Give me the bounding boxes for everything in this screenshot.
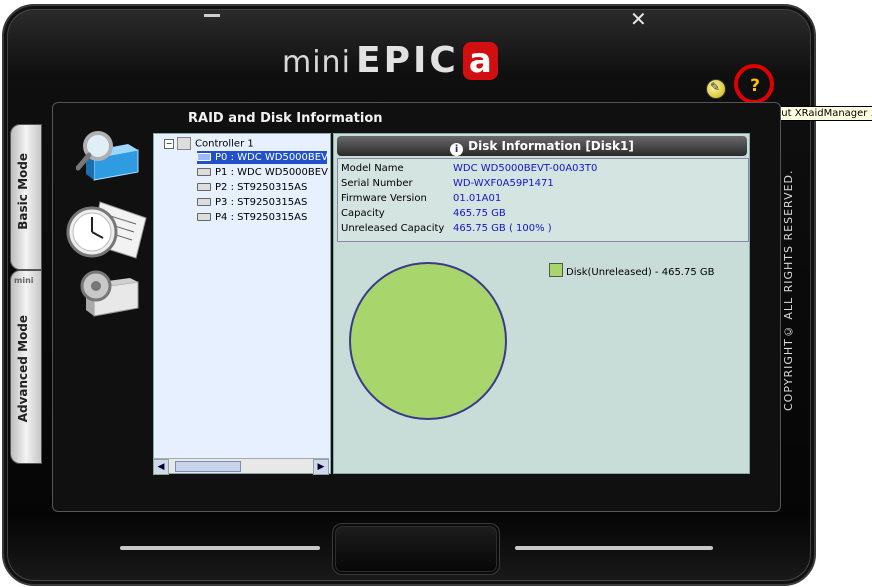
logo-a: a bbox=[462, 42, 498, 80]
tree-disk-label: P4 : ST9250315AS bbox=[215, 212, 308, 223]
bottom-divider-right bbox=[515, 546, 713, 550]
tree-controller-label: Controller 1 bbox=[195, 138, 254, 150]
info-label: Serial Number bbox=[341, 178, 413, 189]
mini-tag: mini bbox=[14, 276, 34, 285]
copyright-text: COPYRIGHT© ALL RIGHTS RESERVED. bbox=[782, 169, 795, 411]
logo-epic: EPIC bbox=[356, 40, 459, 81]
hdd-icon bbox=[197, 183, 211, 191]
legend-swatch bbox=[549, 263, 563, 277]
controller-icon bbox=[177, 137, 191, 150]
info-label: Capacity bbox=[341, 208, 385, 219]
info-label: Unreleased Capacity bbox=[341, 223, 445, 234]
tree-item-disk-1[interactable]: P1 : WDC WD5000BEV bbox=[197, 166, 328, 179]
info-value: 01.01A01 bbox=[453, 193, 502, 204]
tree-item-controller[interactable]: − Controller 1 bbox=[164, 137, 254, 150]
collapse-icon[interactable]: − bbox=[164, 138, 174, 149]
tree-disk-label: P0 : WDC WD5000BEV bbox=[215, 152, 328, 163]
schedule-clock-icon[interactable] bbox=[66, 196, 152, 264]
disk-settings-icon[interactable] bbox=[80, 270, 140, 320]
disk-info-table: Model Name WDC WD5000BEVT-00A03T0 Serial… bbox=[337, 158, 749, 242]
scroll-left-icon[interactable]: ◀ bbox=[153, 459, 169, 475]
hdd-icon bbox=[197, 213, 211, 221]
hdd-icon bbox=[197, 168, 211, 176]
tree-item-disk-4[interactable]: P4 : ST9250315AS bbox=[197, 211, 307, 224]
tree-disk-label: P2 : ST9250315AS bbox=[215, 182, 308, 193]
info-value: 465.75 GB bbox=[453, 208, 506, 219]
wrench-icon[interactable]: ✎ bbox=[706, 79, 726, 99]
tab-basic-mode[interactable]: Basic Mode bbox=[10, 124, 42, 270]
legend-label: Disk(Unreleased) - 465.75 GB bbox=[566, 267, 715, 278]
scroll-right-icon[interactable]: ▶ bbox=[313, 459, 329, 475]
hdd-icon bbox=[197, 198, 211, 206]
horizontal-scrollbar[interactable]: ◀ ▶ bbox=[153, 458, 329, 475]
tab-advanced-mode[interactable]: Advanced Mode bbox=[10, 270, 42, 464]
tree-item-disk-2[interactable]: P2 : ST9250315AS bbox=[197, 181, 307, 194]
info-label: Model Name bbox=[341, 163, 404, 174]
chart-legend: Disk(Unreleased) - 465.75 GB bbox=[549, 263, 715, 278]
disk-usage-pie-chart bbox=[349, 262, 507, 420]
disk-search-icon[interactable] bbox=[76, 128, 142, 186]
tab-basic-label: Basic Mode bbox=[16, 153, 30, 230]
info-value: WD-WXF0A59P1471 bbox=[453, 178, 554, 189]
panel-title: RAID and Disk Information bbox=[188, 111, 383, 126]
info-icon: i bbox=[450, 143, 464, 156]
info-value: WDC WD5000BEVT-00A03T0 bbox=[453, 163, 598, 174]
disk-info-title: Disk Information [Disk1] bbox=[468, 139, 634, 153]
info-value: 465.75 GB ( 100% ) bbox=[453, 223, 552, 234]
minimize-button[interactable] bbox=[204, 14, 220, 17]
scroll-thumb[interactable] bbox=[175, 461, 241, 472]
bottom-divider-left bbox=[120, 546, 320, 550]
logo: mini EPIC a bbox=[282, 40, 498, 84]
disk-info-header: i Disk Information [Disk1] bbox=[337, 136, 747, 156]
tree-disk-label: P3 : ST9250315AS bbox=[215, 197, 308, 208]
tree-disk-label: P1 : WDC WD5000BEV bbox=[215, 167, 328, 178]
tree-item-disk-0[interactable]: P0 : WDC WD5000BEV bbox=[197, 151, 328, 164]
pie-slice-0 bbox=[349, 262, 507, 420]
info-label: Firmware Version bbox=[341, 193, 427, 204]
tree-item-disk-3[interactable]: P3 : ST9250315AS bbox=[197, 196, 307, 209]
hdd-icon bbox=[197, 153, 211, 161]
close-button[interactable]: ✕ bbox=[630, 8, 647, 30]
tab-advanced-label: Advanced Mode bbox=[16, 315, 30, 423]
home-button[interactable] bbox=[332, 523, 500, 575]
help-button[interactable]: ? bbox=[744, 76, 766, 96]
logo-mini: mini bbox=[282, 45, 351, 80]
